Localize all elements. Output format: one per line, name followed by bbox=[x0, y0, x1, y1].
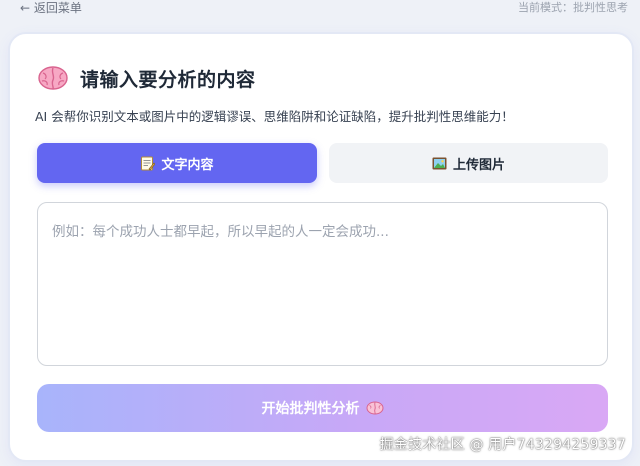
current-mode-label: 当前模式：批判性思考 bbox=[518, 1, 628, 14]
tab-text-content-label: 文字内容 bbox=[161, 157, 214, 173]
start-analysis-button[interactable]: 开始批判性分析 bbox=[37, 384, 608, 432]
brain-icon bbox=[366, 401, 384, 415]
title-row: 请输入要分析的内容 bbox=[38, 62, 256, 94]
page-title: 请输入要分析的内容 bbox=[80, 68, 256, 91]
start-analysis-label: 开始批判性分析 bbox=[261, 401, 360, 417]
picture-icon bbox=[432, 156, 447, 171]
tab-text-content[interactable]: 文字内容 bbox=[37, 143, 317, 183]
watermark-text: 掘金技术社区 @ 用户743294259337 bbox=[379, 437, 626, 453]
brain-icon bbox=[38, 66, 68, 90]
page-description: AI 会帮你识别文本或图片中的逻辑谬误、思维陷阱和论证缺陷，提升批判性思维能力！ bbox=[35, 109, 514, 124]
tab-upload-image-label: 上传图片 bbox=[452, 157, 505, 173]
tab-upload-image[interactable]: 上传图片 bbox=[329, 143, 608, 183]
top-bar: ← 返回菜单 当前模式：批判性思考 bbox=[0, 0, 640, 18]
input-card: 请输入要分析的内容 AI 会帮你识别文本或图片中的逻辑谬误、思维陷阱和论证缺陷，… bbox=[8, 32, 634, 462]
content-textarea[interactable]: 例如：每个成功人士都早起，所以早起的人一定会成功... bbox=[37, 202, 608, 366]
back-to-menu-link[interactable]: ← 返回菜单 bbox=[20, 0, 82, 16]
memo-icon bbox=[140, 156, 156, 171]
textarea-placeholder: 例如：每个成功人士都早起，所以早起的人一定会成功... bbox=[52, 224, 389, 240]
